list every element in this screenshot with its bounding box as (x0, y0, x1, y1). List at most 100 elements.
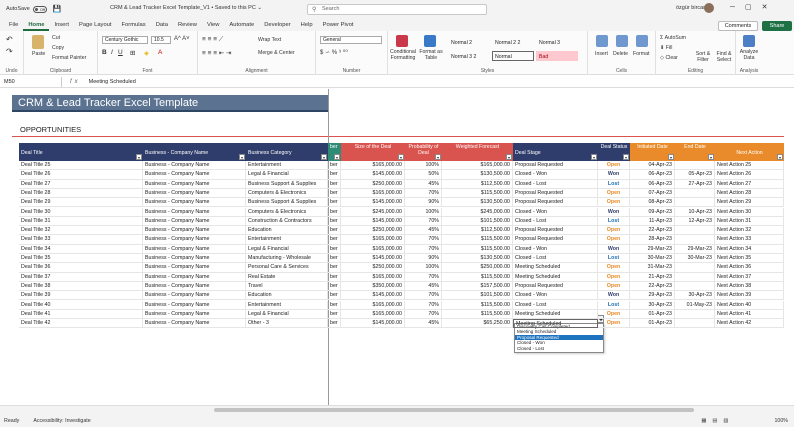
cut-button[interactable]: Cut (52, 35, 60, 41)
table-cell[interactable]: Deal Title 39 (19, 291, 143, 301)
view-mode-icons[interactable]: ▦▤▥ (701, 418, 734, 424)
table-cell[interactable]: 30-Apr-23 (630, 300, 675, 310)
horizontal-scrollbar[interactable] (0, 405, 794, 414)
insert-cells-button[interactable]: Insert (595, 51, 608, 57)
table-cell[interactable]: Next Action 42 (715, 319, 784, 329)
find-select-button[interactable]: Find & Select (714, 51, 734, 63)
table-cell[interactable]: Deal Title 31 (19, 216, 143, 227)
column-header[interactable]: Business Category (246, 143, 328, 161)
table-cell[interactable]: $115,500.00 (442, 300, 513, 310)
table-cell[interactable]: 10-Apr-23 (675, 207, 715, 217)
merge-center-button[interactable]: Merge & Center (258, 50, 295, 56)
table-cell[interactable]: Deal Title 26 (19, 170, 143, 180)
table-cell[interactable]: Open (598, 198, 630, 208)
menu-tab-page-layout[interactable]: Page Layout (74, 22, 117, 31)
delete-cells-icon[interactable] (616, 35, 628, 47)
table-cell[interactable]: $350,000.00 (341, 281, 405, 292)
format-painter-button[interactable]: Format Painter (52, 55, 86, 61)
table-cell[interactable]: Proposal Requested (513, 198, 598, 208)
table-cell[interactable]: ber (328, 226, 341, 236)
table-cell[interactable]: Deal Title 38 (19, 281, 143, 292)
table-cell[interactable]: $145,000.00 (341, 198, 405, 208)
filter-dropdown-icon[interactable] (136, 154, 142, 160)
table-cell[interactable]: Meeting Scheduled (513, 319, 598, 329)
scrollbar-thumb[interactable] (214, 408, 694, 412)
table-cell[interactable]: $115,500.00 (442, 309, 513, 320)
analyze-data-icon[interactable] (743, 35, 755, 47)
table-cell[interactable]: Proposal Requested (513, 188, 598, 199)
table-cell[interactable]: Next Action 36 (715, 263, 784, 273)
menu-tab-review[interactable]: Review (173, 22, 202, 31)
borders-icon[interactable]: ⊞ (130, 49, 135, 57)
table-cell[interactable]: Lost (598, 179, 630, 189)
conditional-formatting-button[interactable]: Conditional Formatting (388, 49, 418, 61)
fx-icon[interactable]: fx (70, 79, 81, 85)
filter-dropdown-icon[interactable] (591, 154, 597, 160)
menu-tab-automate[interactable]: Automate (224, 22, 259, 31)
table-cell[interactable]: $130,500.00 (442, 254, 513, 264)
table-cell[interactable]: $165,000.00 (341, 272, 405, 282)
style-normal-2[interactable]: Normal 2 (448, 37, 490, 47)
column-header[interactable]: Size of the Deal (341, 143, 405, 161)
table-cell[interactable]: ber (328, 272, 341, 282)
worksheet[interactable]: CRM & Lead Tracker Excel Template OPPORT… (0, 89, 794, 405)
table-cell[interactable]: Business Support & Supplies (246, 179, 328, 189)
table-cell[interactable]: $250,000.00 (341, 179, 405, 189)
insert-cells-icon[interactable] (596, 35, 608, 47)
table-cell[interactable]: Deal Title 32 (19, 226, 143, 236)
align-left-icon[interactable]: ≡ ≡ ≡ ⇤ ⇥ (202, 49, 232, 57)
style-normal-3-2[interactable]: Normal 3 2 (448, 51, 490, 61)
table-cell[interactable]: Next Action 39 (715, 291, 784, 301)
font-color-icon[interactable]: A (158, 49, 162, 56)
name-box[interactable]: M50 (0, 76, 62, 87)
autosave-toggle[interactable]: Off (32, 5, 47, 13)
table-cell[interactable]: Open (598, 188, 630, 199)
table-cell[interactable]: 70% (405, 309, 442, 320)
table-cell[interactable]: $115,500.00 (442, 235, 513, 245)
column-header[interactable]: ber (328, 143, 341, 161)
table-cell[interactable]: 12-Apr-23 (675, 216, 715, 227)
filter-dropdown-icon[interactable] (334, 154, 340, 160)
table-cell[interactable]: Proposal Requested (513, 281, 598, 292)
table-cell[interactable]: Next Action 35 (715, 254, 784, 264)
table-cell[interactable]: Won (598, 207, 630, 217)
table-cell[interactable]: Business - Company Name (143, 272, 246, 282)
table-cell[interactable]: Education (246, 291, 328, 301)
table-cell[interactable]: Closed - Lost (513, 179, 598, 189)
italic-icon[interactable]: I (111, 49, 113, 56)
table-cell[interactable]: $115,500.00 (442, 244, 513, 254)
table-cell[interactable]: 28-Apr-23 (630, 235, 675, 245)
filter-dropdown-icon[interactable] (398, 154, 404, 160)
table-cell[interactable]: ber (328, 235, 341, 245)
table-cell[interactable]: 30-Mar-23 (630, 254, 675, 264)
column-header[interactable]: End Date (675, 143, 715, 161)
column-header[interactable]: Deal Status (598, 143, 630, 161)
number-format-select[interactable]: General (320, 36, 382, 44)
table-cell[interactable]: Personal Care & Services (246, 263, 328, 273)
font-grow-icon[interactable]: A^ A˅ (174, 36, 190, 42)
zoom-level[interactable]: 100% (774, 418, 788, 424)
format-as-table-icon[interactable] (424, 35, 436, 47)
table-cell[interactable]: 100% (405, 263, 442, 273)
table-cell[interactable]: Next Action 29 (715, 198, 784, 208)
table-cell[interactable]: $250,000.00 (341, 263, 405, 273)
delete-cells-button[interactable]: Delete (613, 51, 628, 57)
table-cell[interactable]: Business - Company Name (143, 179, 246, 189)
table-cell[interactable]: Open (598, 319, 630, 329)
table-cell[interactable]: Open (598, 226, 630, 236)
table-cell[interactable]: $130,500.00 (442, 198, 513, 208)
table-cell[interactable] (675, 281, 715, 292)
table-cell[interactable]: 70% (405, 244, 442, 254)
table-cell[interactable]: $130,500.00 (442, 170, 513, 180)
table-cell[interactable]: $115,500.00 (442, 188, 513, 199)
table-cell[interactable]: $145,000.00 (341, 319, 405, 329)
table-cell[interactable]: Open (598, 235, 630, 245)
table-cell[interactable]: 06-Apr-23 (630, 170, 675, 180)
table-cell[interactable]: Business - Company Name (143, 216, 246, 227)
table-cell[interactable]: Meeting Scheduled (513, 272, 598, 282)
table-cell[interactable]: 45% (405, 281, 442, 292)
format-cells-button[interactable]: Format (633, 51, 649, 57)
table-cell[interactable]: Won (598, 244, 630, 254)
dropdown-option[interactable]: Closed - Lost (515, 346, 603, 351)
table-cell[interactable]: 07-Apr-23 (630, 188, 675, 199)
